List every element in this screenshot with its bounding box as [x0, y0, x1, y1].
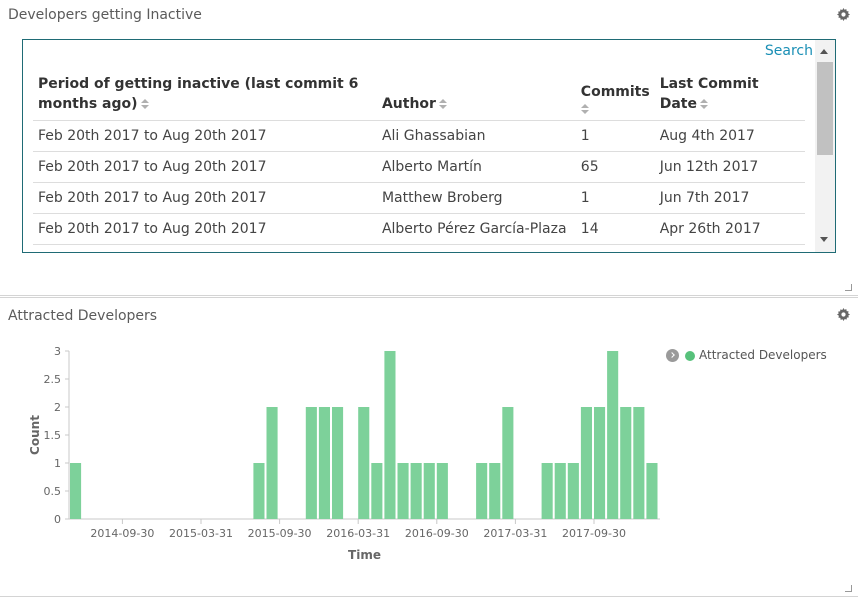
legend-color-dot: [685, 350, 695, 361]
legend-label[interactable]: Attracted Developers: [699, 348, 827, 362]
chart-bar: [620, 407, 632, 519]
chart-legend: Attracted Developers: [666, 348, 827, 362]
sort-icon[interactable]: [438, 99, 447, 109]
y-tick-label: 0: [54, 513, 61, 526]
attracted-developers-panel: Attracted Developers 0 0.5 1 1.5 2 2.5 3 2014-0…: [0, 297, 858, 597]
x-axis-title: Time: [348, 548, 381, 562]
inactive-developers-table: Period of getting inactive (last commit …: [33, 70, 805, 245]
chart-bar: [436, 463, 448, 519]
chart-bar: [318, 407, 330, 519]
chart-bar: [371, 463, 383, 519]
chart-bar: [646, 463, 658, 519]
table-row: Feb 20th 2017 to Aug 20th 2017 Alberto M…: [33, 151, 805, 183]
y-axis-title: Count: [28, 415, 42, 455]
gear-icon[interactable]: [837, 308, 850, 321]
chart-bar: [70, 463, 82, 519]
period-cell: Feb 20th 2017 to Aug 20th 2017: [33, 182, 377, 214]
legend-toggle-icon[interactable]: [666, 349, 679, 362]
chart-bar: [580, 407, 592, 519]
column-header-label: Last Commit Date: [659, 76, 759, 112]
chart-bar: [410, 463, 422, 519]
column-header-label: Author: [381, 96, 436, 112]
x-tick-label: 2017-03-31: [483, 527, 547, 540]
attracted-developers-chart: 0 0.5 1 1.5 2 2.5 3 2014-09-30 2015-03-31 2015-09…: [28, 345, 660, 562]
x-tick-label: 2016-09-30: [405, 527, 469, 540]
y-tick-label: 2: [54, 401, 61, 414]
period-cell: Feb 20th 2017 to Aug 20th 2017: [33, 151, 377, 183]
chart-bar: [567, 463, 579, 519]
table-row: Feb 20th 2017 to Aug 20th 2017 Matthew B…: [33, 182, 805, 214]
scrollbar-thumb[interactable]: [817, 62, 833, 155]
commits-cell: 14: [575, 213, 655, 245]
search-link[interactable]: Search: [765, 43, 813, 59]
x-tick-label: 2016-03-31: [326, 527, 390, 540]
last-commit-cell: Jun 7th 2017: [654, 182, 805, 214]
table-row: Feb 20th 2017 to Aug 20th 2017 Alberto P…: [33, 213, 805, 245]
panel-resize-handle[interactable]: [845, 284, 852, 291]
chart-bar: [253, 463, 265, 519]
period-cell: Feb 20th 2017 to Aug 20th 2017: [33, 120, 377, 152]
commits-cell: 1: [575, 182, 655, 214]
table-scrollbar[interactable]: [815, 40, 835, 252]
chart-bar: [305, 407, 317, 519]
y-tick-label: 2.5: [44, 373, 62, 386]
y-tick-label: 3: [54, 345, 61, 358]
chart-bar: [423, 463, 435, 519]
last-commit-cell: Jun 12th 2017: [654, 151, 805, 183]
column-header-period[interactable]: Period of getting inactive (last commit …: [33, 70, 377, 121]
period-cell: Feb 20th 2017 to Aug 20th 2017: [33, 213, 377, 245]
chart-bar: [332, 407, 344, 519]
scroll-down-arrow-icon[interactable]: [820, 237, 828, 242]
chart-bar: [607, 351, 619, 519]
panel-resize-handle[interactable]: [845, 585, 852, 592]
column-header-label: Commits: [580, 84, 650, 100]
author-cell: Alberto Martín: [376, 151, 576, 183]
sort-icon[interactable]: [580, 104, 589, 114]
chart-bar: [554, 463, 566, 519]
commits-cell: 1: [575, 120, 655, 152]
column-header-label: Period of getting inactive (last commit …: [38, 76, 359, 112]
author-cell: Matthew Broberg: [376, 182, 576, 214]
panel-title: Attracted Developers: [8, 308, 158, 324]
chart-bar: [633, 407, 645, 519]
column-header-commits[interactable]: Commits: [575, 70, 655, 121]
x-tick-label: 2015-03-31: [169, 527, 233, 540]
x-tick-label: 2017-09-30: [562, 527, 626, 540]
inactive-developers-panel: Developers getting Inactive Search Perio…: [0, 0, 858, 296]
chart-bar: [594, 407, 606, 519]
inactive-developers-table-container: Search Period of getting inactive (last …: [22, 39, 836, 253]
y-tick-label: 1.5: [44, 429, 62, 442]
x-tick-label: 2015-09-30: [248, 527, 312, 540]
x-tick-label: 2014-09-30: [90, 527, 154, 540]
panel-title: Developers getting Inactive: [8, 7, 202, 23]
scroll-up-arrow-icon[interactable]: [820, 49, 828, 54]
gear-icon[interactable]: [837, 8, 850, 21]
chart-bar: [541, 463, 553, 519]
y-tick-label: 0.5: [44, 485, 62, 498]
table-row: Feb 20th 2017 to Aug 20th 2017 Ali Ghass…: [33, 120, 805, 152]
column-header-last-commit[interactable]: Last Commit Date: [654, 70, 805, 121]
sort-icon[interactable]: [140, 99, 149, 109]
column-header-author[interactable]: Author: [376, 70, 576, 121]
chart-bar: [384, 351, 396, 519]
sort-icon[interactable]: [699, 99, 708, 109]
chart-bar: [489, 463, 501, 519]
y-tick-label: 1: [54, 457, 61, 470]
author-cell: Alberto Pérez García-Plaza: [376, 213, 576, 245]
chart-bar: [397, 463, 409, 519]
chart-bar: [502, 407, 514, 519]
chart-bar: [266, 407, 278, 519]
last-commit-cell: Apr 26th 2017: [654, 213, 805, 245]
commits-cell: 65: [575, 151, 655, 183]
chart-bar: [476, 463, 488, 519]
last-commit-cell: Aug 4th 2017: [654, 120, 805, 152]
chart-bar: [358, 407, 370, 519]
author-cell: Ali Ghassabian: [376, 120, 576, 152]
